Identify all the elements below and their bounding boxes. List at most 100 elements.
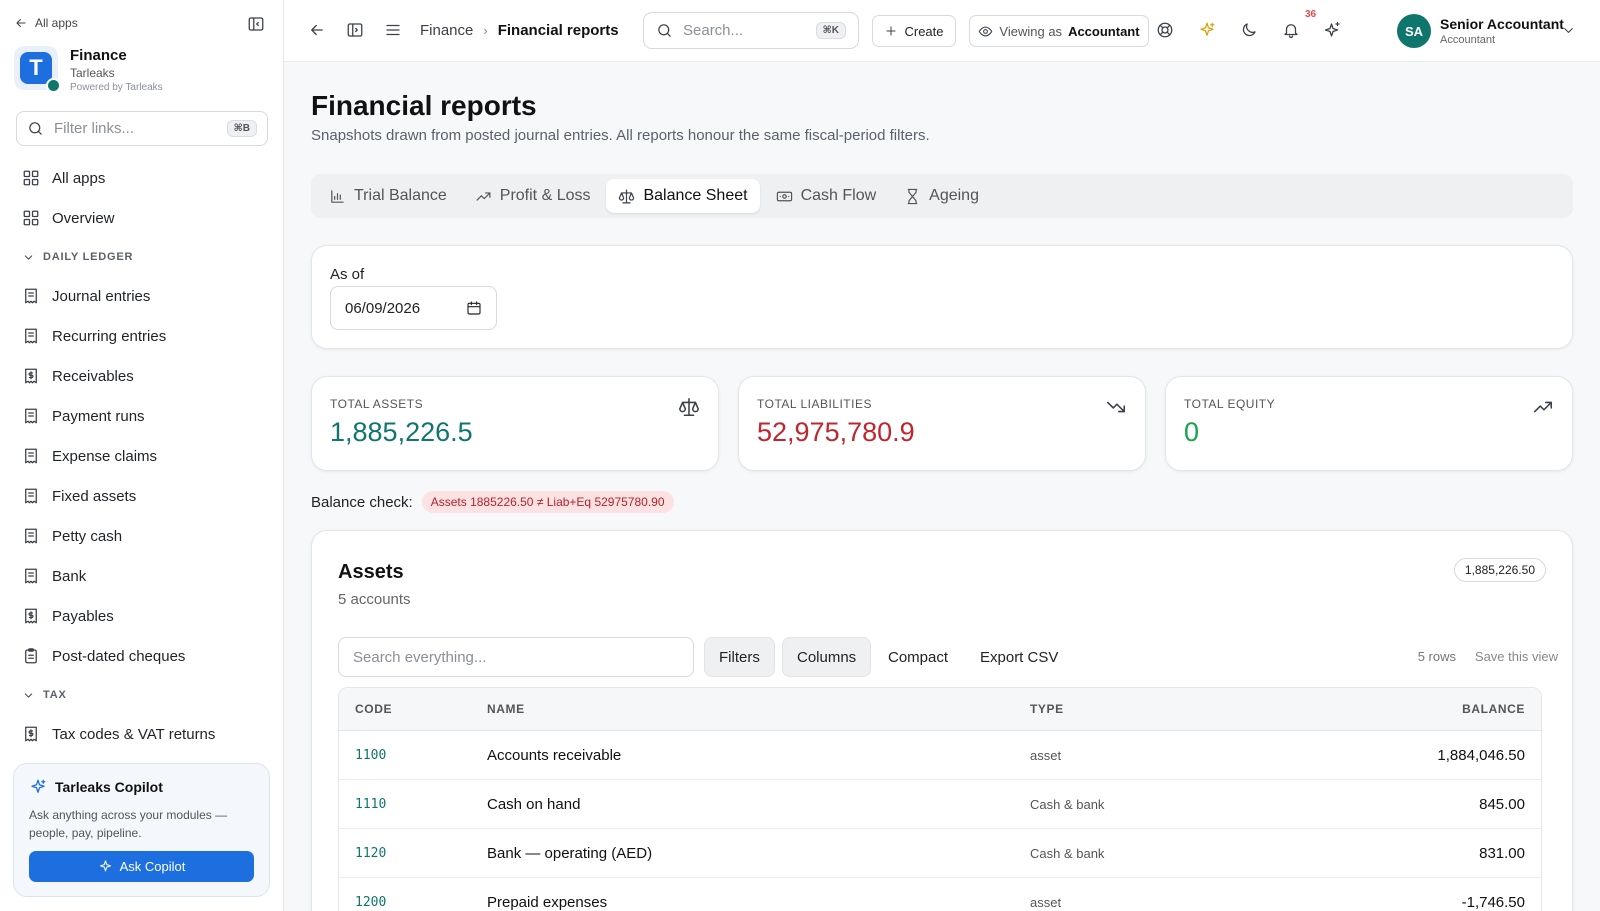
receipt-dollar-icon xyxy=(25,608,37,624)
moon-icon xyxy=(1242,23,1256,37)
back-button[interactable] xyxy=(308,21,326,39)
global-search-input[interactable]: Search... ⌘K xyxy=(643,12,859,49)
tab-balance-sheet[interactable]: Balance Sheet xyxy=(606,179,760,213)
help-button[interactable] xyxy=(1156,21,1174,39)
table-row[interactable]: 1100 Accounts receivable asset 1,884,046… xyxy=(339,731,1541,780)
receipt-dollar-icon xyxy=(25,726,37,742)
sidebar-item-tax-codes[interactable]: Tax codes & VAT returns xyxy=(0,714,284,754)
account-type: Cash & bank xyxy=(1030,845,1105,861)
search-icon xyxy=(658,24,671,37)
account-name: Cash on hand xyxy=(487,795,581,813)
receipt-icon xyxy=(25,328,37,344)
tab-profit-loss[interactable]: Profit & Loss xyxy=(463,179,603,213)
chevron-down-icon xyxy=(1564,28,1573,33)
all-apps-back-link[interactable]: All apps xyxy=(14,16,78,30)
page-subtitle: Snapshots drawn from posted journal entr… xyxy=(311,127,930,144)
sidebar-section-tax[interactable]: TAX xyxy=(0,676,284,714)
chevron-right-icon: › xyxy=(483,23,488,38)
brand-org: Tarleaks xyxy=(70,66,115,80)
account-balance: 845.00 xyxy=(1479,795,1525,813)
status-dot xyxy=(46,78,61,93)
ai-assist-button[interactable] xyxy=(1198,21,1216,39)
as-of-date-input[interactable]: 06/09/2026 xyxy=(330,286,497,330)
sidebar-item-petty-cash[interactable]: Petty cash xyxy=(0,516,284,556)
account-name: Bank — operating (AED) xyxy=(487,844,653,862)
copilot-description: Ask anything across your modules — peopl… xyxy=(29,808,228,840)
receipt-dollar-icon xyxy=(25,368,37,384)
sparkle-icon xyxy=(99,860,111,872)
table-search-input[interactable]: Search everything... xyxy=(338,637,694,677)
eye-icon xyxy=(979,26,993,36)
sidebar-item-payment-runs[interactable]: Payment runs xyxy=(0,396,284,436)
page-title: Financial reports xyxy=(311,90,537,121)
column-header-type[interactable]: TYPE xyxy=(1030,702,1290,716)
breadcrumb-finance[interactable]: Finance xyxy=(420,22,473,39)
assets-card: Assets 5 accounts 1,885,226.50 Search ev… xyxy=(311,530,1573,911)
collapse-sidebar-button[interactable] xyxy=(247,15,265,33)
chevron-down-icon xyxy=(24,254,33,260)
sidebar-item-receivables[interactable]: Receivables xyxy=(0,356,284,396)
toggle-panel-button[interactable] xyxy=(346,21,364,39)
banknote-icon xyxy=(776,191,792,201)
table-row[interactable]: 1200 Prepaid expenses asset -1,746.50 xyxy=(339,878,1541,911)
column-header-code[interactable]: CODE xyxy=(339,702,487,716)
receipt-icon xyxy=(25,528,37,544)
assets-title: Assets xyxy=(338,561,404,583)
filters-button[interactable]: Filters xyxy=(704,637,775,677)
columns-button[interactable]: Columns xyxy=(782,637,872,677)
filter-links-input[interactable]: Filter links... ⌘B xyxy=(16,111,268,146)
calendar-icon[interactable] xyxy=(466,300,482,316)
column-header-name[interactable]: NAME xyxy=(487,702,1030,716)
kpi-total-liabilities: TOTAL LIABILITIES 52,975,780.9 xyxy=(738,376,1146,471)
menu-button[interactable] xyxy=(384,21,402,39)
sidebar-item-expense-claims[interactable]: Expense claims xyxy=(0,436,284,476)
save-view-button[interactable]: Save this view xyxy=(1475,649,1558,664)
breadcrumb: Finance › Financial reports xyxy=(420,22,619,39)
tab-cash-flow[interactable]: Cash Flow xyxy=(764,179,889,213)
ask-copilot-button[interactable]: Ask Copilot xyxy=(29,851,254,882)
sidebar-item-all-apps[interactable]: All apps xyxy=(0,158,284,198)
sidebar-section-daily-ledger[interactable]: DAILY LEDGER xyxy=(0,238,284,276)
account-name: Accounts receivable xyxy=(487,746,622,764)
arrow-left-icon xyxy=(311,24,323,36)
compact-button[interactable]: Compact xyxy=(874,637,962,677)
table-row[interactable]: 1120 Bank — operating (AED) Cash & bank … xyxy=(339,829,1541,878)
account-code[interactable]: 1100 xyxy=(339,748,487,763)
bar-chart-icon xyxy=(331,189,344,203)
theme-toggle-button[interactable] xyxy=(1240,21,1258,39)
as-of-label: As of xyxy=(330,266,365,283)
assets-table: CODE NAME TYPE BALANCE 1100 Accounts rec… xyxy=(338,687,1542,911)
sidebar-item-post-dated-cheques[interactable]: Post-dated cheques xyxy=(0,636,284,676)
user-name[interactable]: Senior Accountant xyxy=(1440,16,1564,32)
export-csv-button[interactable]: Export CSV xyxy=(966,637,1072,677)
sidebar-item-fixed-assets[interactable]: Fixed assets xyxy=(0,476,284,516)
account-code[interactable]: 1120 xyxy=(339,846,487,861)
avatar[interactable]: SA xyxy=(1397,14,1431,48)
rows-count: 5 rows xyxy=(1417,649,1456,664)
sidebar-item-recurring-entries[interactable]: Recurring entries xyxy=(0,316,284,356)
account-code[interactable]: 1110 xyxy=(339,797,487,812)
tab-trial-balance[interactable]: Trial Balance xyxy=(317,179,459,213)
balance-check: Balance check: Assets 1885226.50 ≠ Liab+… xyxy=(311,491,674,513)
table-row[interactable]: 1110 Cash on hand Cash & bank 845.00 xyxy=(339,780,1541,829)
topbar: Finance › Financial reports Search... ⌘K… xyxy=(284,0,1600,62)
hourglass-icon xyxy=(907,188,918,204)
notifications-button[interactable] xyxy=(1282,21,1300,39)
tab-ageing[interactable]: Ageing xyxy=(892,179,991,213)
sparkle-icon xyxy=(31,779,46,793)
column-header-balance[interactable]: BALANCE xyxy=(1290,702,1541,716)
account-type: Cash & bank xyxy=(1030,796,1105,812)
sidebar-item-journal-entries[interactable]: Journal entries xyxy=(0,276,284,316)
user-menu-button[interactable] xyxy=(1561,23,1576,38)
viewing-as-button[interactable]: Viewing as Accountant xyxy=(969,15,1149,47)
chevron-down-icon xyxy=(24,692,33,698)
sidebar-item-payables[interactable]: Payables xyxy=(0,596,284,636)
account-code[interactable]: 1200 xyxy=(339,895,487,910)
create-button[interactable]: Create xyxy=(872,15,956,47)
sidebar-item-bank[interactable]: Bank xyxy=(0,556,284,596)
receipt-icon xyxy=(25,568,37,584)
receipt-icon xyxy=(25,408,37,424)
copilot-button[interactable] xyxy=(1324,21,1342,39)
sidebar-item-overview[interactable]: Overview xyxy=(0,198,284,238)
report-tabs: Trial Balance Profit & Loss Balance Shee… xyxy=(311,174,1573,218)
